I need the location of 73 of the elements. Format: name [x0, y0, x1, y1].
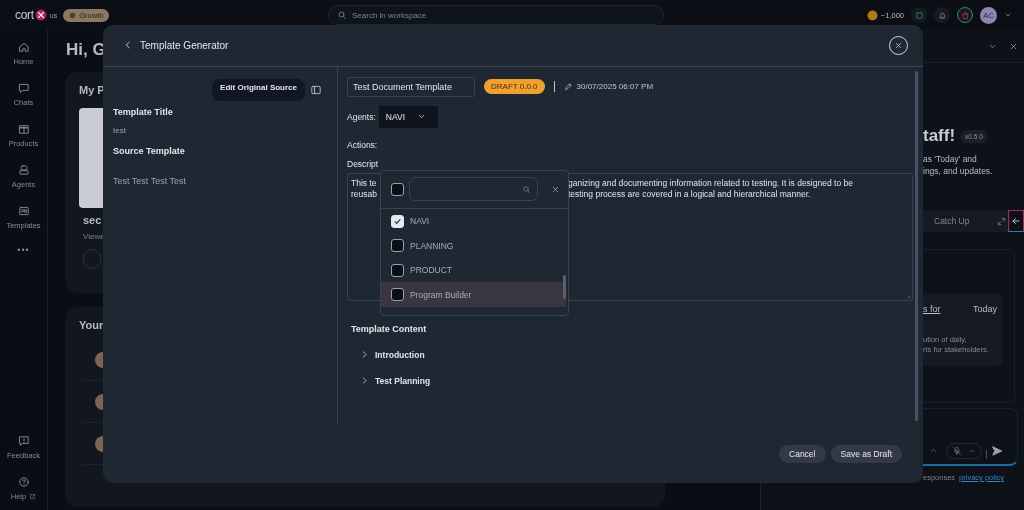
- coin-icon: [866, 9, 878, 21]
- feedback-icon: [17, 435, 30, 447]
- actions-label: Actions:: [347, 139, 379, 150]
- chat-icon: [17, 82, 30, 94]
- scrollbar: [563, 274, 566, 299]
- notifications-button[interactable]: [934, 7, 950, 23]
- description-label: Descript: [347, 158, 380, 169]
- intro-text: ings, and updates.: [923, 166, 994, 177]
- expand-icon: [997, 216, 1007, 226]
- logo-text: cort: [15, 8, 34, 22]
- chevron-right-icon: [360, 376, 369, 386]
- wallet-button[interactable]: [911, 7, 927, 23]
- search-icon: [337, 10, 347, 20]
- agents-label: Agents:: [347, 111, 376, 122]
- checkbox[interactable]: [391, 239, 404, 253]
- agent-option[interactable]: PLANNING: [381, 233, 566, 258]
- check-icon: [393, 216, 402, 226]
- item-title: sec: [83, 214, 102, 226]
- save-draft-button[interactable]: Save as Draft: [830, 445, 902, 464]
- close-icon: [894, 40, 903, 50]
- catch-up-tab[interactable]: Catch Up: [923, 210, 1011, 232]
- section-heading: Template Content: [351, 323, 428, 334]
- field-value: test: [113, 125, 127, 135]
- chevron-up-icon: [968, 447, 976, 455]
- template-icon: [17, 205, 30, 217]
- summary-title: s for: [923, 304, 941, 314]
- content-section[interactable]: Test Planning: [360, 373, 431, 388]
- close-icon[interactable]: [551, 184, 560, 194]
- edit-source-button[interactable]: Edit Original Source: [212, 78, 305, 101]
- card-title: Your: [79, 319, 104, 331]
- microphone-off-icon: [952, 446, 962, 456]
- logo-icon: [34, 9, 47, 21]
- chevron-down-icon[interactable]: [1004, 11, 1012, 19]
- agent-option[interactable]: NAVI: [381, 208, 566, 234]
- intro-text: as 'Today' and: [923, 154, 978, 165]
- summary-date: Today: [972, 304, 997, 314]
- back-icon[interactable]: [123, 40, 133, 51]
- modal-title: Template Generator: [140, 39, 229, 51]
- robot-icon: [17, 164, 30, 176]
- more-menu[interactable]: •••: [17, 245, 30, 255]
- collapse-button[interactable]: [1008, 210, 1024, 232]
- document-name-field[interactable]: Test Document Template: [347, 76, 475, 97]
- status-badge: DRAFT 0.0.0: [484, 79, 545, 95]
- search-field[interactable]: Search in workspace: [328, 5, 664, 25]
- agents-select[interactable]: NAVI: [378, 105, 438, 128]
- cancel-button[interactable]: Cancel: [779, 445, 826, 464]
- agent-option[interactable]: Program Builder: [381, 282, 566, 307]
- home-icon: [17, 41, 30, 53]
- pencil-icon[interactable]: [563, 82, 573, 92]
- updated-timestamp: 30/07/2025 06:07 PM: [576, 82, 654, 92]
- close-icon[interactable]: [1009, 41, 1018, 51]
- coin-icon: [69, 11, 77, 19]
- search-icon: [522, 184, 531, 194]
- search-field[interactable]: [409, 177, 538, 202]
- checkbox[interactable]: [391, 263, 404, 277]
- agent-option[interactable]: PRODUCT: [381, 257, 566, 283]
- send-icon[interactable]: [991, 445, 1003, 457]
- chevron-right-icon: [360, 350, 369, 360]
- help-icon: [17, 476, 30, 488]
- box-icon: [17, 123, 30, 135]
- checkbox[interactable]: [391, 182, 404, 196]
- content-section[interactable]: Introduction: [360, 347, 425, 362]
- field-label: Source Template: [113, 145, 186, 156]
- sidebar-icon[interactable]: [310, 83, 322, 96]
- bell-icon: [937, 10, 947, 20]
- external-link-icon: [29, 493, 37, 500]
- welcome-heading: taff!: [923, 126, 956, 146]
- checkbox[interactable]: [391, 288, 404, 302]
- cart-button[interactable]: [957, 7, 973, 23]
- field-value: Test Test Test Test: [113, 175, 188, 186]
- arrow-left-icon: [1011, 216, 1022, 226]
- field-label: Template Title: [113, 106, 174, 117]
- bag-icon: [960, 10, 970, 20]
